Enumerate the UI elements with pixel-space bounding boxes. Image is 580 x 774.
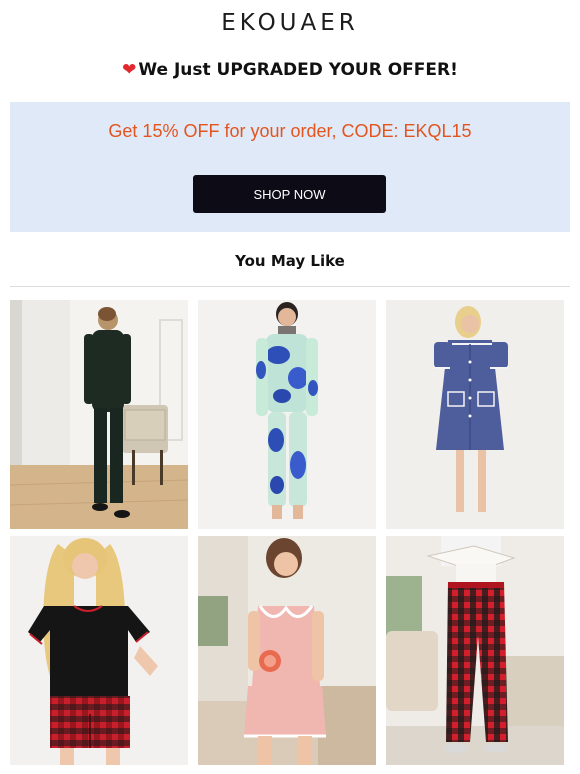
product-image-black-pajama-set [10,300,188,529]
divider [10,286,570,287]
product-image-black-tee-plaid-shorts [10,536,188,765]
product-image-navy-nightgown [386,300,564,529]
offer-banner: Get 15% OFF for your order, CODE: EKQL15… [10,102,570,232]
product-card-1[interactable] [10,300,188,529]
heart-icon: ❤ [122,60,137,80]
product-card-5[interactable] [198,536,376,765]
product-card-2[interactable] [198,300,376,529]
offer-code-text: Get 15% OFF for your order, CODE: EKQL15 [108,121,472,141]
product-card-6[interactable] [386,536,564,765]
product-image-tie-dye-set [198,300,376,529]
brand-logo[interactable]: EKOUAER [0,10,580,36]
product-card-3[interactable] [386,300,564,529]
product-card-4[interactable] [10,536,188,765]
product-image-pink-satin-set [198,536,376,765]
promo-headline: ❤ We Just UPGRADED YOUR OFFER! [0,60,580,80]
shop-now-button[interactable]: SHOP NOW [193,175,386,213]
promo-headline-text: We Just UPGRADED YOUR OFFER! [138,60,458,80]
product-image-plaid-pajama-pants [386,536,564,765]
section-title-you-may-like: You May Like [235,252,345,270]
